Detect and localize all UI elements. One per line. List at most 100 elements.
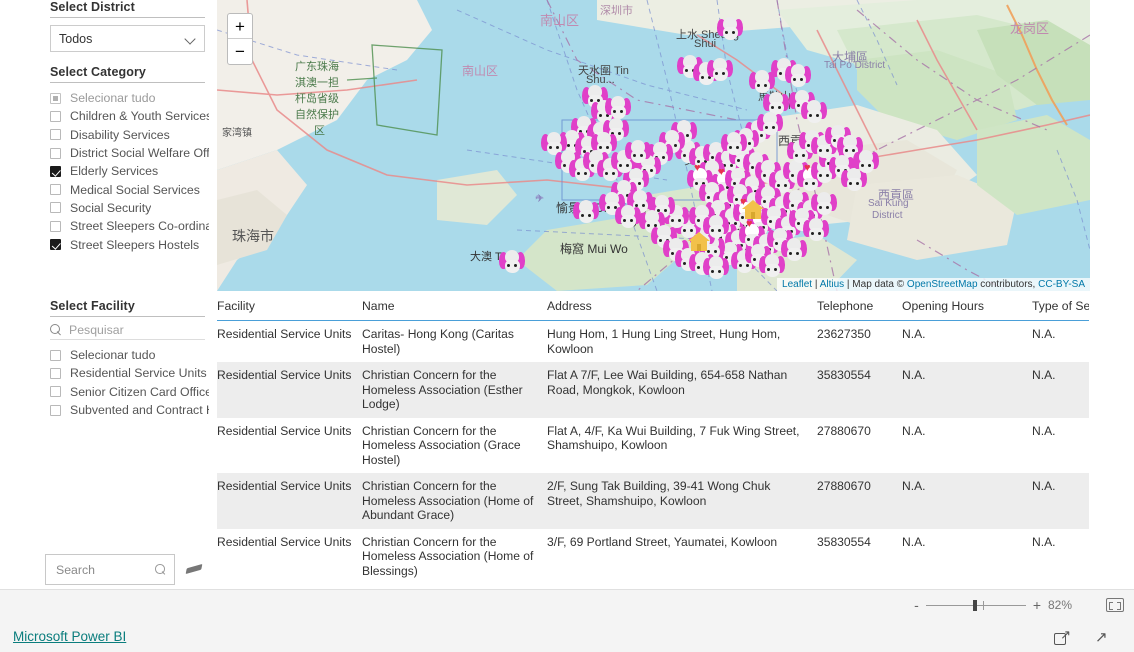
map-marker-hostel[interactable]: [688, 232, 710, 252]
facility-search-input[interactable]: Pesquisar: [50, 320, 205, 340]
facility-item-2[interactable]: Senior Citizen Card Office: [50, 383, 209, 401]
marker-face: [578, 210, 594, 223]
map-marker-elderly-service[interactable]: [785, 64, 811, 88]
map-marker-elderly-service[interactable]: [499, 250, 525, 274]
facility-checkbox-3[interactable]: [50, 404, 61, 416]
search-input[interactable]: Search: [45, 554, 175, 585]
marker-eyes: [711, 228, 721, 232]
column-header-facility[interactable]: Facility: [217, 292, 362, 322]
category-item-4[interactable]: Elderly Services: [50, 162, 209, 180]
share-icon[interactable]: ↗: [1054, 628, 1071, 645]
column-header-name[interactable]: Name: [362, 292, 547, 322]
map-marker-elderly-service[interactable]: [573, 200, 599, 224]
facility-checkbox-0[interactable]: [50, 349, 61, 361]
table-row[interactable]: Residential Service Units Caritas- Hong K…: [217, 320, 1089, 363]
table-row[interactable]: Residential Service Units Christian Conce…: [217, 417, 1089, 474]
category-checkbox-8[interactable]: [50, 239, 61, 251]
map-label-21: 珠海市: [232, 228, 274, 244]
facility-label-0: Selecionar tudo: [70, 348, 156, 363]
map-zoom-out-button[interactable]: −: [228, 39, 252, 64]
data-table-visual[interactable]: Facility Name Address Telephone Opening …: [217, 292, 1089, 582]
map-marker-hostel[interactable]: [742, 200, 764, 220]
map-marker-elderly-service[interactable]: [853, 150, 879, 174]
category-checkbox-2[interactable]: [50, 129, 61, 141]
category-item-3[interactable]: District Social Welfare Offi...: [50, 144, 209, 162]
map-marker-elderly-service[interactable]: [605, 96, 631, 120]
power-bi-brand-link[interactable]: Microsoft Power BI: [13, 629, 126, 644]
facility-checkbox-1[interactable]: [50, 367, 61, 379]
marker-face: [764, 264, 780, 277]
category-item-1[interactable]: Children & Youth Services: [50, 107, 209, 125]
map-visual[interactable]: ✈ 南山区 深圳市 上水 Sheung Shui 龙岗区 大埔區 Tai Po Distri…: [217, 0, 1090, 291]
facility-item-3[interactable]: Subvented and Contract H...: [50, 401, 209, 419]
category-item-6[interactable]: Social Security: [50, 199, 209, 217]
table-hscrollbar-track[interactable]: [218, 577, 1090, 586]
map-marker-elderly-service[interactable]: [721, 132, 747, 156]
district-dropdown[interactable]: Todos: [50, 25, 205, 52]
map-marker-elderly-service[interactable]: [759, 254, 785, 278]
table-row[interactable]: Residential Service Units Christian Conce…: [217, 473, 1089, 529]
cell-name: Caritas- Hong Kong (Caritas Hostel): [362, 327, 514, 356]
category-checkbox-0[interactable]: [50, 92, 61, 104]
map-zoom-controls[interactable]: + −: [227, 13, 253, 65]
map-marker-elderly-service[interactable]: [811, 192, 837, 216]
map-zoom-in-button[interactable]: +: [228, 14, 252, 39]
map-marker-elderly-service[interactable]: [801, 100, 827, 124]
zoom-slider[interactable]: [925, 599, 1026, 611]
marker-face: [722, 27, 738, 40]
cell-type: N.A.: [1032, 479, 1056, 494]
zoom-slider-tick: [982, 600, 984, 610]
category-checkbox-6[interactable]: [50, 202, 61, 214]
map-marker-elderly-service[interactable]: [707, 58, 733, 82]
cell-hours: N.A.: [902, 534, 926, 549]
facility-item-0[interactable]: Selecionar tudo: [50, 346, 209, 364]
category-checkbox-5[interactable]: [50, 184, 61, 196]
marker-face: [790, 74, 806, 87]
zoom-slider-thumb[interactable]: [972, 599, 977, 611]
marker-eyes: [861, 163, 871, 167]
category-item-7[interactable]: Street Sleepers Co-ordinat...: [50, 217, 209, 235]
column-header-opening-hours[interactable]: Opening Hours: [902, 292, 1032, 322]
category-item-5[interactable]: Medical Social Services: [50, 180, 209, 198]
table-row[interactable]: Residential Service Units Christian Conce…: [217, 528, 1089, 582]
map-marker-elderly-service[interactable]: [717, 17, 743, 41]
category-checkbox-7[interactable]: [50, 220, 61, 232]
cell-telephone: 27880670: [817, 423, 871, 438]
fit-to-page-icon[interactable]: [1106, 598, 1124, 612]
category-checkbox-3[interactable]: [50, 147, 61, 159]
category-checkbox-4[interactable]: [50, 165, 61, 177]
category-label-3: District Social Welfare Offi...: [70, 146, 209, 161]
table-body: Residential Service Units Caritas- Hong K…: [217, 320, 1089, 582]
map-marker-elderly-service[interactable]: [749, 70, 775, 94]
license-link[interactable]: CC-BY-SA: [1038, 279, 1085, 290]
zoom-out-button[interactable]: -: [914, 598, 919, 612]
facility-item-1[interactable]: Residential Service Units: [50, 364, 209, 382]
altius-link[interactable]: Altius: [820, 279, 844, 290]
marker-eyes: [771, 105, 781, 109]
leaflet-link[interactable]: Leaflet: [782, 279, 812, 290]
column-header-address[interactable]: Address: [547, 292, 817, 322]
facility-checkbox-2[interactable]: [50, 386, 61, 398]
page-zoom-control[interactable]: - + 82%: [914, 598, 1078, 612]
table-row[interactable]: Residential Service Units Christian Conce…: [217, 362, 1089, 418]
category-item-8[interactable]: Street Sleepers Hostels: [50, 235, 209, 253]
map-marker-elderly-service[interactable]: [803, 218, 829, 242]
column-header-type-label: Type of Ser: [1032, 299, 1089, 314]
column-header-telephone[interactable]: Telephone: [817, 292, 902, 322]
map-marker-elderly-service[interactable]: [615, 205, 641, 229]
category-item-0[interactable]: Selecionar tudo: [50, 89, 209, 107]
map-marker-elderly-service[interactable]: [757, 112, 783, 136]
column-header-type-of-service[interactable]: Type of Ser: [1032, 292, 1089, 322]
category-item-2[interactable]: Disability Services: [50, 126, 209, 144]
openstreetmap-link[interactable]: OpenStreetMap: [907, 279, 978, 290]
zoom-in-button[interactable]: +: [1033, 598, 1041, 612]
district-slicer-title: Select District: [50, 0, 205, 18]
eraser-icon[interactable]: [186, 561, 203, 578]
map-marker-elderly-service[interactable]: [625, 140, 651, 164]
map-marker-elderly-service[interactable]: [703, 256, 729, 280]
marker-eyes: [507, 263, 517, 267]
category-checkbox-1[interactable]: [50, 110, 61, 122]
map-marker-elderly-service[interactable]: [781, 238, 807, 262]
fullscreen-icon[interactable]: ↗: [1095, 628, 1112, 646]
marker-door: [697, 244, 701, 251]
